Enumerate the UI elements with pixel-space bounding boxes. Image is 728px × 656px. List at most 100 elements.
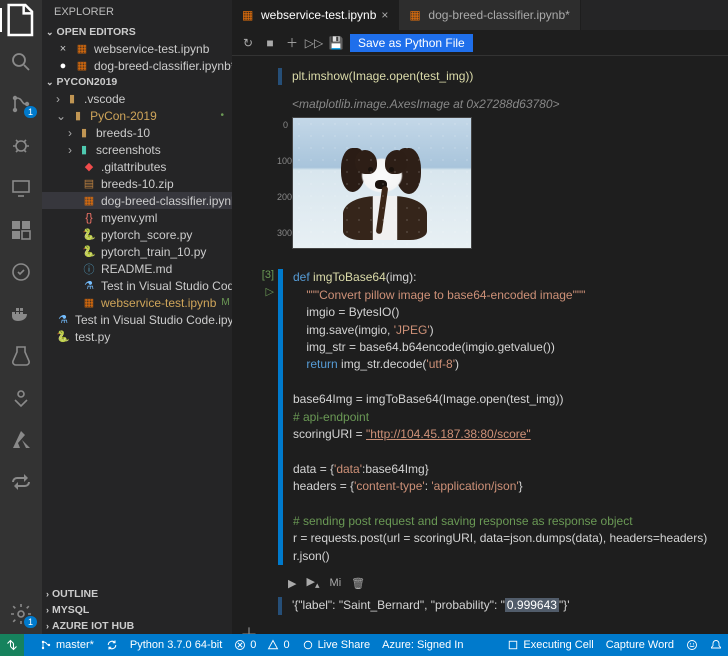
notebook-icon: ▦ <box>75 42 89 56</box>
add-cell-icon[interactable]: ＋ <box>284 35 300 51</box>
notebook-icon: ▦ <box>82 296 96 310</box>
folder-breeds[interactable]: ▮breeds-10 <box>42 124 232 141</box>
section-outline[interactable]: ›OUTLINE <box>42 586 232 602</box>
tab-webservice[interactable]: ▦webservice-test.ipynb× <box>232 0 399 30</box>
cell-output-toolbar: ▶▶▴Mi🗑 <box>232 571 728 593</box>
notebook-body[interactable]: plt.imshow(Image.open(test_img)) <matplo… <box>232 56 728 634</box>
zip-icon: ▤ <box>82 177 96 191</box>
cell-output: <matplotlib.image.AxesImage at 0x27288d6… <box>232 91 728 117</box>
file-dogclassifier[interactable]: ▦dog-breed-classifier.ipynb <box>42 192 232 209</box>
trash-icon[interactable]: 🗑 <box>351 577 365 590</box>
problems-indicator[interactable]: 0 0 <box>234 639 289 651</box>
folder-icon: ▮ <box>77 143 91 157</box>
folder-icon: ▮ <box>65 92 79 106</box>
feedback-icon[interactable] <box>686 639 698 651</box>
executing-indicator[interactable]: Executing Cell <box>507 639 593 651</box>
azure-icon[interactable] <box>9 428 33 452</box>
folder-vscode[interactable]: ▮.vscode <box>42 90 232 107</box>
status-bar: master* Python 3.7.0 64-bit 0 0 Live Sha… <box>0 634 728 656</box>
run-above-icon[interactable]: ▶▴ <box>306 575 319 591</box>
notebook-icon: ▦ <box>75 59 89 73</box>
remote-icon[interactable] <box>9 176 33 200</box>
python-env[interactable]: Python 3.7.0 64-bit <box>130 639 222 651</box>
plot-output: 0 100 200 300 <box>292 117 472 249</box>
chevron-down-icon <box>56 109 66 123</box>
run-cell-icon[interactable]: ▷ <box>266 285 274 298</box>
extensions-icon[interactable] <box>9 218 33 242</box>
file-myenv[interactable]: {}myenv.yml <box>42 209 232 226</box>
open-editor-item[interactable]: ×▦webservice-test.ipynb <box>42 40 232 57</box>
section-workspace[interactable]: ⌄PYCON2019 <box>42 74 232 90</box>
search-icon[interactable] <box>9 50 33 74</box>
add-cell-button[interactable]: ＋ <box>232 621 728 634</box>
open-editor-item[interactable]: ●▦dog-breed-classifier.ipynb* <box>42 57 232 74</box>
file-icon: ◆ <box>82 160 96 174</box>
section-mysql[interactable]: ›MYSQL <box>42 602 232 618</box>
notebook-toolbar: ↻ ■ ＋ ▷▷ 💾 Save as Python File <box>232 30 728 56</box>
save-icon[interactable]: 💾 <box>328 35 344 51</box>
dirty-icon: ● <box>56 59 70 73</box>
close-icon[interactable]: × <box>56 42 70 56</box>
sync-icon[interactable] <box>9 470 33 494</box>
run-icon[interactable]: ▶ <box>288 577 296 590</box>
liveshare-icon[interactable] <box>9 260 33 284</box>
python-icon: 🐍 <box>82 228 96 242</box>
file-testpy[interactable]: 🐍test.py <box>42 328 232 345</box>
run-all-icon[interactable]: ▷▷ <box>306 35 322 51</box>
file-pyscore[interactable]: 🐍pytorch_score.py <box>42 226 232 243</box>
sidebar-title: EXPLORER <box>42 0 232 24</box>
file-webservice[interactable]: ▦webservice-test.ipynbM <box>42 294 232 311</box>
file-zip[interactable]: ▤breeds-10.zip <box>42 175 232 192</box>
status-dot: • <box>220 110 224 121</box>
capture-indicator[interactable]: Capture Word <box>606 639 674 651</box>
settings-icon[interactable] <box>9 602 33 626</box>
ai-icon[interactable] <box>9 386 33 410</box>
tab-dogclassifier[interactable]: ▦dog-breed-classifier.ipynb* <box>399 0 580 30</box>
notebook-icon: ▦ <box>82 194 96 208</box>
section-open-editors[interactable]: ⌄OPEN EDITORS <box>42 24 232 40</box>
debug-icon[interactable] <box>9 134 33 158</box>
file-gitattributes[interactable]: ◆.gitattributes <box>42 158 232 175</box>
scm-icon[interactable] <box>9 92 33 116</box>
docker-icon[interactable] <box>9 302 33 326</box>
beaker-icon: ⚗ <box>56 313 70 327</box>
folder-icon: ▮ <box>71 109 85 123</box>
section-azure[interactable]: ›AZURE IOT HUB <box>42 618 232 634</box>
file-testvs2[interactable]: ⚗Test in Visual Studio Code.ipynb <box>42 311 232 328</box>
code-content: plt.imshow(Image.open(test_img)) <box>292 68 473 85</box>
chevron-right-icon <box>56 92 60 106</box>
branch-indicator[interactable]: master* <box>40 639 94 651</box>
yaml-icon: {} <box>82 211 96 225</box>
chevron-right-icon <box>68 126 72 140</box>
file-testvs[interactable]: ⚗Test in Visual Studio Code.ipynb <box>42 277 232 294</box>
status-m: M <box>221 297 229 308</box>
file-readme[interactable]: ⓘREADME.md <box>42 260 232 277</box>
files-icon[interactable] <box>0 8 42 32</box>
code-cell[interactable]: [3] ▷ def imgToBase64(img): """Convert pi… <box>232 269 728 565</box>
markdown-icon: ⓘ <box>82 262 96 276</box>
chevron-right-icon <box>68 143 72 157</box>
restart-icon[interactable]: ↻ <box>240 35 256 51</box>
folder-pycon[interactable]: ▮PyCon-2019• <box>42 107 232 124</box>
folder-icon: ▮ <box>77 126 91 140</box>
save-as-python-button[interactable]: Save as Python File <box>350 34 473 52</box>
beaker-icon: ⚗ <box>82 279 96 293</box>
sync-indicator[interactable] <box>106 639 118 651</box>
liveshare-indicator[interactable]: Live Share <box>302 639 371 651</box>
test-icon[interactable] <box>9 344 33 368</box>
azure-indicator[interactable]: Azure: Signed In <box>382 639 463 651</box>
code-content[interactable]: def imgToBase64(img): """Convert pillow … <box>293 269 707 565</box>
notifications-icon[interactable] <box>710 639 722 651</box>
code-cell[interactable]: plt.imshow(Image.open(test_img)) <box>232 68 728 85</box>
output-cell: '{"label": "Saint_Bernard", "probability… <box>232 597 728 614</box>
remote-indicator[interactable] <box>0 634 24 656</box>
stop-icon[interactable]: ■ <box>262 35 278 51</box>
close-icon[interactable]: × <box>381 8 388 22</box>
notebook-icon: ▦ <box>409 8 423 22</box>
notebook-icon: ▦ <box>242 8 256 22</box>
file-pytrain[interactable]: 🐍pytorch_train_10.py <box>42 243 232 260</box>
python-icon: 🐍 <box>56 330 70 344</box>
python-icon: 🐍 <box>82 245 96 259</box>
folder-screenshots[interactable]: ▮screenshots <box>42 141 232 158</box>
cell-prompt: [3] <box>262 269 274 281</box>
